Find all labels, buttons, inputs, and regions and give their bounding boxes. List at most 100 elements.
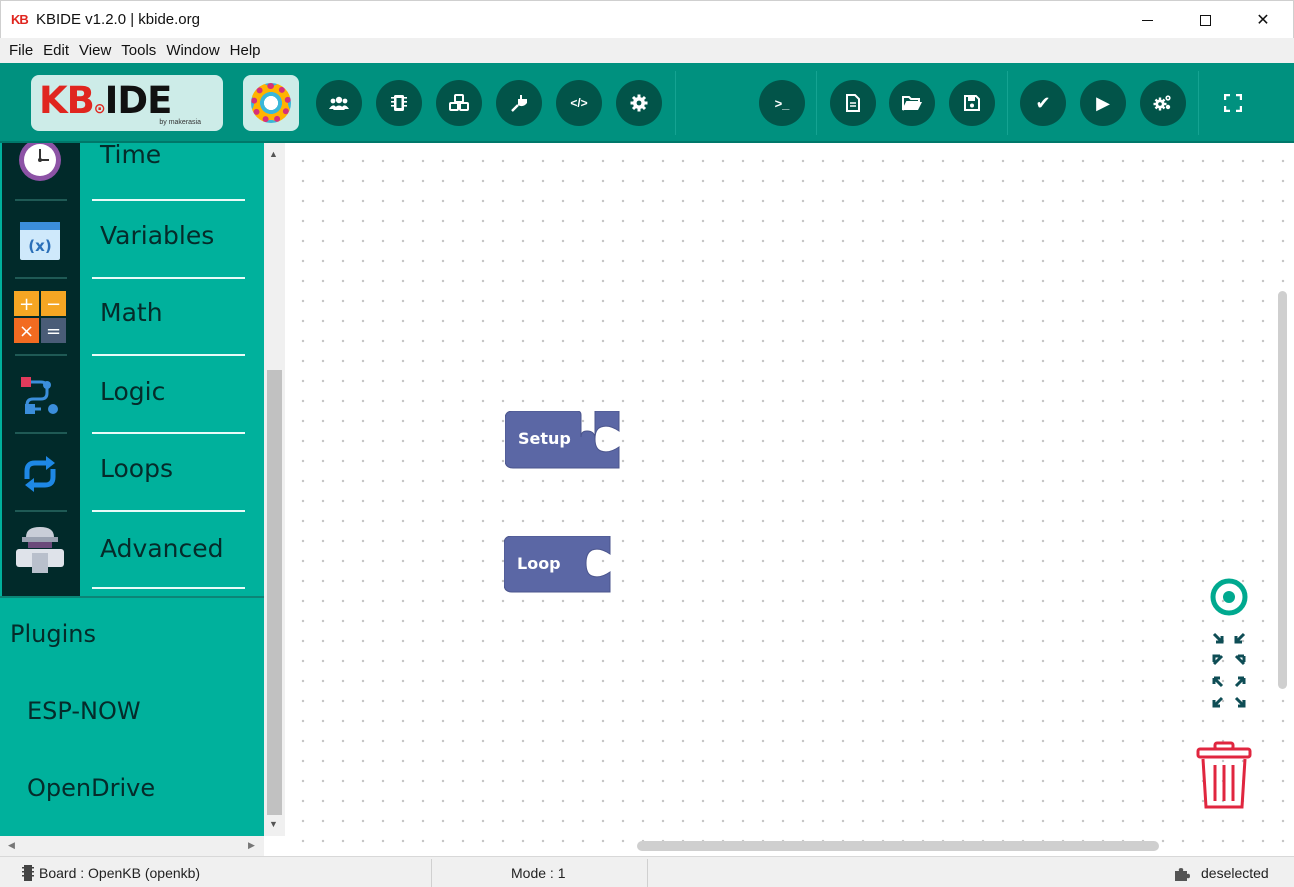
fullscreen-button[interactable] <box>1223 93 1243 117</box>
category-loops[interactable]: Loops <box>0 434 264 512</box>
status-divider <box>431 859 432 887</box>
play-icon: ▶ <box>1096 92 1110 113</box>
upload-button[interactable]: ▶ <box>1080 80 1126 126</box>
category-label: Advanced <box>100 534 224 563</box>
board-chip-icon <box>22 864 34 881</box>
menu-bar: File Edit View Tools Window Help <box>0 38 1294 63</box>
loops-icon <box>13 447 67 501</box>
plugin-item-esp-now[interactable]: ESP-NOW <box>27 697 141 725</box>
maximize-button[interactable] <box>1176 1 1234 39</box>
toolbar: KB⊙IDE by makerasia </> >_ ✔ ▶ <box>0 63 1294 143</box>
selection-status-text: deselected <box>1201 864 1269 881</box>
code-button[interactable]: </> <box>556 80 602 126</box>
kbide-logo-text: KB⊙IDE <box>39 79 172 122</box>
category-label: Time <box>100 143 162 169</box>
selection-status: deselected <box>1174 857 1269 887</box>
svg-text:=: = <box>46 321 61 342</box>
zoom-fit-icon <box>1212 632 1246 708</box>
svg-text:(x): (x) <box>28 237 51 255</box>
minimize-icon <box>1141 19 1153 21</box>
users-icon <box>329 96 349 110</box>
scroll-left-icon[interactable]: ◀ <box>8 840 15 851</box>
svg-text:+: + <box>19 294 34 315</box>
menu-file[interactable]: File <box>4 42 38 59</box>
maximize-icon <box>1199 14 1211 26</box>
community-logo-icon <box>251 83 291 123</box>
board-settings-button[interactable] <box>1140 80 1186 126</box>
kbide-logo: KB⊙IDE by makerasia <box>31 75 223 131</box>
status-divider <box>647 859 648 887</box>
svg-text:−: − <box>46 294 61 315</box>
category-label: Loops <box>100 454 173 483</box>
compile-button[interactable]: ✔ <box>1020 80 1066 126</box>
scroll-up-icon[interactable]: ▲ <box>269 149 278 159</box>
menu-edit[interactable]: Edit <box>38 42 74 59</box>
loop-block[interactable]: Loop <box>503 535 612 599</box>
scroll-down-icon[interactable]: ▼ <box>269 819 278 829</box>
trash-button[interactable] <box>1195 741 1253 816</box>
workspace-horizontal-scrollbar[interactable] <box>637 841 1159 851</box>
plugin-item-opendrive[interactable]: OpenDrive <box>27 774 155 802</box>
category-time[interactable]: Time <box>0 143 264 198</box>
recenter-icon <box>1210 578 1248 616</box>
board-button[interactable] <box>376 80 422 126</box>
category-label: Math <box>100 298 163 327</box>
category-advanced[interactable]: Advanced <box>0 512 264 590</box>
serial-monitor-button[interactable]: >_ <box>759 80 805 126</box>
recenter-button[interactable] <box>1209 577 1249 622</box>
puzzle-icon <box>1175 867 1190 881</box>
menu-help[interactable]: Help <box>225 42 266 59</box>
save-icon <box>964 95 980 111</box>
new-file-button[interactable] <box>830 80 876 126</box>
plug-icon <box>511 95 527 112</box>
community-logo[interactable] <box>243 75 299 131</box>
open-folder-icon <box>902 96 922 111</box>
app-logo-icon: KB <box>11 12 29 27</box>
menu-window[interactable]: Window <box>161 42 224 59</box>
workspace-vertical-scrollbar[interactable] <box>1278 291 1287 689</box>
chip-icon <box>391 95 407 111</box>
category-variables[interactable]: (x) Variables <box>0 201 264 279</box>
category-horizontal-scrollbar[interactable]: ◀ ▶ <box>0 836 264 856</box>
gear-icon <box>630 94 648 112</box>
trash-icon <box>1196 741 1252 809</box>
loop-block-label: Loop <box>517 554 561 573</box>
category-math[interactable]: + − × = Math <box>0 279 264 357</box>
plugins-button[interactable] <box>496 80 542 126</box>
settings-button[interactable] <box>616 80 662 126</box>
block-workspace[interactable]: Setup Loop <box>285 143 1294 856</box>
kbide-logo-subtitle: by makerasia <box>159 119 201 126</box>
close-icon: ✕ <box>1256 12 1270 29</box>
menu-view[interactable]: View <box>74 42 116 59</box>
scroll-right-icon[interactable]: ▶ <box>248 840 255 851</box>
variables-icon: (x) <box>13 214 67 268</box>
setup-block[interactable]: Setup <box>504 410 621 474</box>
packages-button[interactable] <box>436 80 482 126</box>
plugins-separator <box>0 596 264 598</box>
zoom-fit-button[interactable] <box>1209 629 1249 718</box>
cubes-icon <box>449 94 469 111</box>
category-separator <box>92 587 245 589</box>
open-file-button[interactable] <box>889 80 935 126</box>
close-button[interactable]: ✕ <box>1234 1 1292 39</box>
users-button[interactable] <box>316 80 362 126</box>
cogs-icon <box>1153 95 1171 111</box>
title-bar: KB KBIDE v1.2.0 | kbide.org ✕ <box>0 0 1294 38</box>
advanced-icon <box>13 522 67 576</box>
plugins-title: Plugins <box>10 620 96 648</box>
save-button[interactable] <box>949 80 995 126</box>
board-status-text: Board : OpenKB (openkb) <box>39 864 201 881</box>
board-status[interactable]: Board : OpenKB (openkb) <box>22 857 200 887</box>
minimize-button[interactable] <box>1118 1 1176 39</box>
scrollbar-thumb[interactable] <box>267 370 282 815</box>
new-file-icon <box>846 94 860 112</box>
toolbar-separator <box>1007 71 1008 135</box>
menu-tools[interactable]: Tools <box>116 42 161 59</box>
toolbar-separator <box>816 71 817 135</box>
category-label: Variables <box>100 221 215 250</box>
category-scrollbar[interactable]: ▲ ▼ <box>264 143 285 836</box>
setup-block-label: Setup <box>518 429 571 448</box>
category-label: Logic <box>100 377 166 406</box>
category-logic[interactable]: Logic <box>0 356 264 434</box>
mode-status-text: Mode : 1 <box>511 864 566 881</box>
